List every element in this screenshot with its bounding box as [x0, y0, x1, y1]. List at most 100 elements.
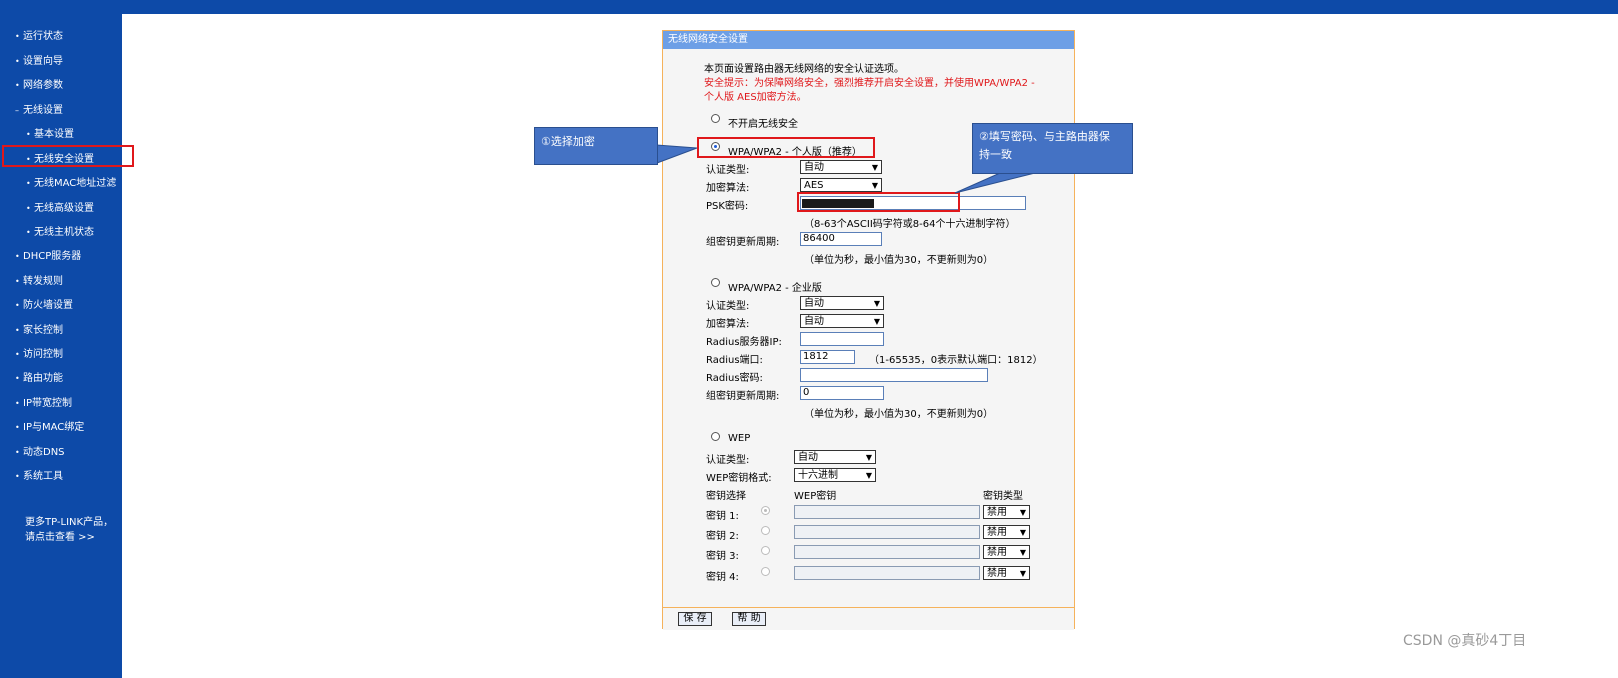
- sidebar-item-wizard[interactable]: • 设置向导: [15, 52, 63, 67]
- wep-key3-type: 禁用: [987, 547, 1007, 558]
- sidebar-item-label: 无线设置: [23, 105, 63, 116]
- radius-port-input[interactable]: 1812: [800, 350, 855, 364]
- radius-ip-input[interactable]: [800, 332, 884, 346]
- wep-key2-type: 禁用: [987, 527, 1007, 538]
- radius-port-hint: （1-65535，0表示默认端口：1812）: [869, 355, 1043, 366]
- sidebar-item-firewall[interactable]: • 防火墙设置: [15, 296, 73, 311]
- enterprise-auth-select[interactable]: 自动 ▼: [800, 296, 884, 310]
- sidebar-item-ip-mac[interactable]: • IP与MAC绑定: [15, 418, 84, 433]
- sidebar-item-label: 动态DNS: [23, 447, 65, 458]
- enterprise-renew-input[interactable]: 0: [800, 386, 884, 400]
- sidebar-item-label: 防火墙设置: [23, 300, 73, 311]
- chevron-down-icon: ▼: [865, 453, 872, 462]
- sidebar-item-label: 无线MAC地址过滤: [34, 178, 117, 189]
- sidebar-item-wireless[interactable]: – 无线设置: [15, 101, 63, 116]
- save-button[interactable]: 保 存: [678, 612, 712, 626]
- chevron-down-icon: ▼: [1019, 528, 1026, 537]
- wep-key4-type: 禁用: [987, 568, 1007, 579]
- wep-key4-radio[interactable]: [761, 567, 770, 576]
- sidebar-item-label: 运行状态: [23, 31, 63, 42]
- personal-renew-input[interactable]: 86400: [800, 232, 882, 246]
- wep-key2-input[interactable]: [794, 525, 980, 539]
- wep-col-select: 密钥选择: [706, 491, 746, 502]
- sidebar-item-network[interactable]: • 网络参数: [15, 76, 63, 91]
- enterprise-auth-label: 认证类型:: [706, 301, 750, 312]
- personal-auth-label: 认证类型:: [706, 165, 750, 176]
- sidebar-item-access[interactable]: • 访问控制: [15, 345, 63, 360]
- chevron-down-icon: ▼: [1019, 569, 1026, 578]
- sidebar-item-system-tools[interactable]: • 系统工具: [15, 467, 63, 482]
- sidebar-highlight-box: [2, 145, 134, 167]
- radio-no-security[interactable]: [711, 114, 720, 123]
- wep-key3-radio[interactable]: [761, 546, 770, 555]
- enterprise-enc-value: 自动: [804, 316, 824, 327]
- help-button[interactable]: 帮 助: [732, 612, 766, 626]
- personal-renew-hint: （单位为秒，最小值为30，不更新则为0）: [804, 255, 994, 266]
- security-settings-panel: 无线网络安全设置 本页面设置路由器无线网络的安全认证选项。 安全提示：为保障网络…: [662, 30, 1075, 630]
- sidebar-item-status[interactable]: • 运行状态: [15, 27, 63, 42]
- callout-password-line1: ②填写密码、与主路由器保: [979, 130, 1110, 143]
- wep-key4-type-select[interactable]: 禁用 ▼: [983, 566, 1030, 580]
- wep-key1-radio[interactable]: [761, 506, 770, 515]
- enterprise-auth-value: 自动: [804, 298, 824, 309]
- wep-auth-select[interactable]: 自动 ▼: [794, 450, 876, 464]
- sidebar-item-host-status[interactable]: • 无线主机状态: [26, 223, 94, 238]
- more-products-line2: 请点击查看 >>: [25, 532, 95, 543]
- sidebar-item-label: 网络参数: [23, 80, 63, 91]
- sidebar-item-label: 设置向导: [23, 56, 63, 67]
- wep-key1-type: 禁用: [987, 507, 1007, 518]
- wep-key2-type-select[interactable]: 禁用 ▼: [983, 525, 1030, 539]
- sidebar-item-label: IP带宽控制: [23, 398, 72, 409]
- chevron-down-icon: ▼: [871, 163, 878, 172]
- wep-key1-type-select[interactable]: 禁用 ▼: [983, 505, 1030, 519]
- radius-pwd-label: Radius密码:: [706, 373, 763, 384]
- option-none-label: 不开启无线安全: [728, 119, 798, 130]
- chevron-down-icon: ▼: [873, 299, 880, 308]
- sidebar-item-routing[interactable]: • 路由功能: [15, 369, 63, 384]
- sidebar-item-dhcp[interactable]: • DHCP服务器: [15, 247, 81, 262]
- enterprise-label: WPA/WPA2 - 企业版: [728, 283, 822, 294]
- panel-footer: 保 存 帮 助: [663, 607, 1074, 630]
- more-products-link[interactable]: 更多TP-LINK产品， 请点击查看 >>: [25, 515, 113, 545]
- enterprise-enc-select[interactable]: 自动 ▼: [800, 314, 884, 328]
- radio-wpa-enterprise[interactable]: [711, 278, 720, 287]
- intro-text: 本页面设置路由器无线网络的安全认证选项。: [704, 64, 904, 75]
- radius-port-label: Radius端口:: [706, 355, 763, 366]
- wep-key3-type-select[interactable]: 禁用 ▼: [983, 545, 1030, 559]
- sidebar-item-label: 访问控制: [23, 349, 63, 360]
- wep-key2-radio[interactable]: [761, 526, 770, 535]
- sidebar-item-bandwidth[interactable]: • IP带宽控制: [15, 394, 72, 409]
- enterprise-enc-label: 加密算法:: [706, 319, 750, 330]
- wep-key2-label: 密钥 2:: [706, 531, 739, 542]
- wep-format-select[interactable]: 十六进制 ▼: [794, 468, 876, 482]
- sidebar-item-label: 路由功能: [23, 373, 63, 384]
- sidebar-item-label: 基本设置: [34, 129, 74, 140]
- sidebar-item-mac-filter[interactable]: • 无线MAC地址过滤: [26, 174, 116, 189]
- wep-key1-input[interactable]: [794, 505, 980, 519]
- sidebar-item-forwarding[interactable]: • 转发规则: [15, 272, 63, 287]
- personal-auth-select[interactable]: 自动 ▼: [800, 160, 882, 174]
- chevron-down-icon: ▼: [865, 471, 872, 480]
- radius-pwd-input[interactable]: [800, 368, 988, 382]
- wep-key3-input[interactable]: [794, 545, 980, 559]
- panel-title: 无线网络安全设置: [663, 31, 1074, 49]
- callout-password: ②填写密码、与主路由器保 持一致: [972, 123, 1133, 174]
- personal-option-highlight: [697, 137, 875, 158]
- radio-wep[interactable]: [711, 432, 720, 441]
- sidebar-item-label: 系统工具: [23, 471, 63, 482]
- callout-select-encryption: ①选择加密: [534, 127, 658, 165]
- sidebar-item-basic[interactable]: • 基本设置: [26, 125, 74, 140]
- wep-format-label: WEP密钥格式:: [706, 473, 772, 484]
- wep-key4-input[interactable]: [794, 566, 980, 580]
- wep-key4-label: 密钥 4:: [706, 572, 739, 583]
- callout-password-line2: 持一致: [979, 148, 1012, 161]
- personal-renew-label: 组密钥更新周期:: [706, 237, 780, 248]
- wep-col-key: WEP密钥: [794, 491, 837, 502]
- sidebar-item-advanced[interactable]: • 无线高级设置: [26, 199, 94, 214]
- personal-enc-select[interactable]: AES ▼: [800, 178, 882, 192]
- sidebar-item-ddns[interactable]: • 动态DNS: [15, 443, 65, 458]
- enterprise-renew-label: 组密钥更新周期:: [706, 391, 780, 402]
- psk-hint: （8-63个ASCII码字符或8-64个十六进制字符）: [804, 219, 1016, 230]
- radius-ip-label: Radius服务器IP:: [706, 337, 782, 348]
- sidebar-item-parental[interactable]: • 家长控制: [15, 321, 63, 336]
